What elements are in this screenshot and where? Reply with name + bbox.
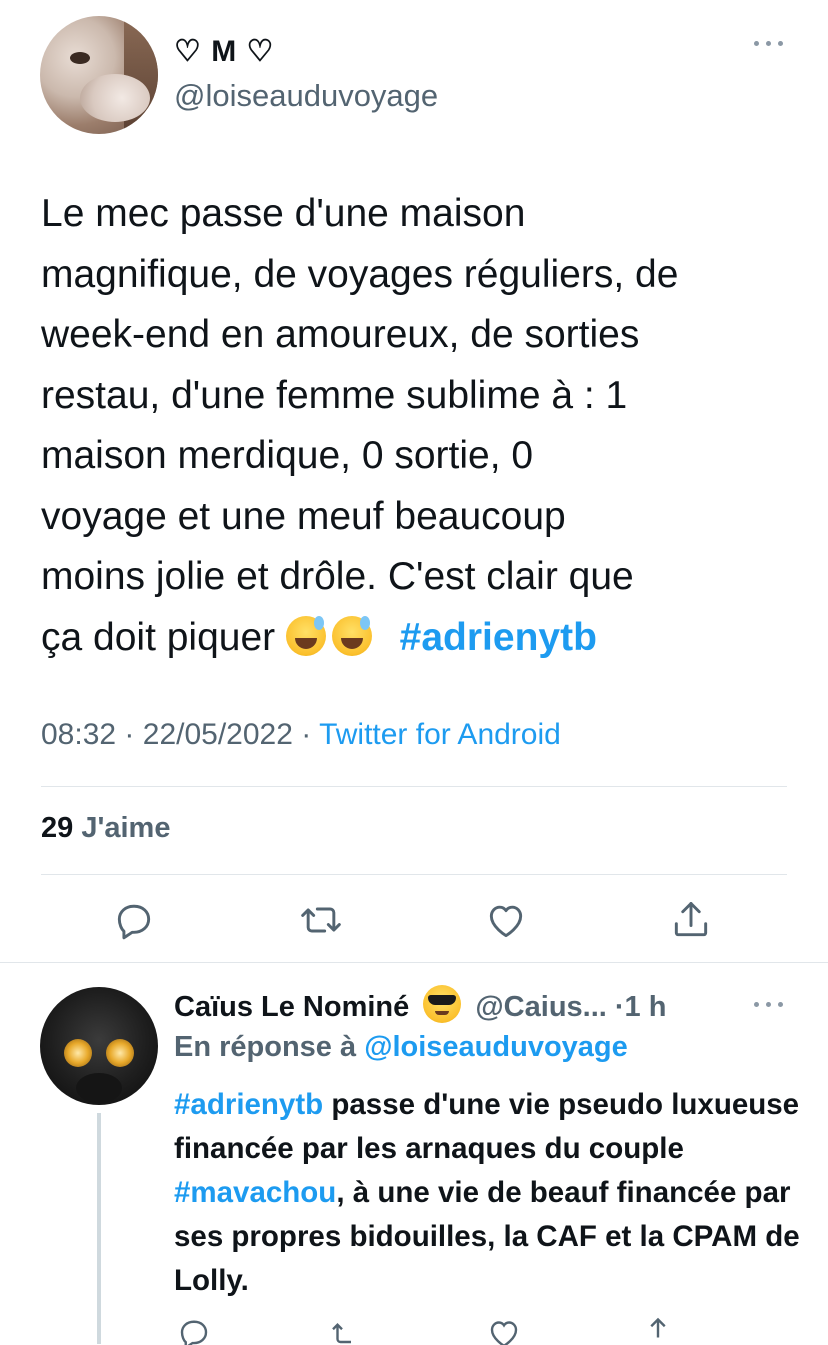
grinning-sweat-emoji [286, 615, 326, 656]
more-dot [754, 1002, 759, 1007]
reply-icon[interactable] [112, 898, 156, 942]
user-avatar[interactable] [40, 16, 158, 134]
meta-separator: · [301, 718, 312, 751]
tweet-text: Le mec passe d'une maison magnifique, de… [41, 184, 801, 668]
tweet-handle[interactable]: @loiseauduvoyage [174, 78, 438, 114]
reply-tweet[interactable]: Caïus Le Nominé @Caius... ·1 h En répons… [0, 963, 828, 1345]
retweet-icon[interactable] [299, 898, 343, 942]
tweet-text-line: week-end en amoureux, de sorties [41, 313, 640, 356]
divider [41, 874, 787, 875]
sunglasses-emoji [423, 985, 462, 1023]
likes-count: 29 [41, 812, 74, 844]
share-icon[interactable] [669, 898, 713, 942]
reply-actions [0, 1315, 828, 1345]
like-icon[interactable] [484, 898, 528, 942]
retweet-icon[interactable] [330, 1315, 366, 1345]
tweet-display-name[interactable]: ♡ M ♡ [174, 34, 274, 69]
more-dot [754, 41, 759, 46]
share-icon[interactable] [640, 1315, 676, 1345]
more-dot [766, 1002, 771, 1007]
more-dot [766, 41, 771, 46]
thread-line [97, 1113, 101, 1344]
reply-avatar[interactable] [40, 987, 158, 1105]
more-icon[interactable] [754, 999, 784, 1009]
reply-icon[interactable] [176, 1315, 212, 1345]
tweet-text-line: voyage et une meuf beaucoup [41, 494, 566, 538]
avatar-lens [106, 1039, 134, 1067]
tweet-actions [0, 898, 828, 944]
likes-label: J'aime [81, 812, 171, 844]
more-dot [778, 41, 783, 46]
tweet-text-line: ça doit piquer [41, 615, 276, 659]
main-tweet: ♡ M ♡ @loiseauduvoyage Le mec passe d'un… [0, 0, 828, 962]
reply-to-prefix: En réponse à [174, 1031, 357, 1063]
tweet-text-line: magnifique, de voyages réguliers, de [41, 252, 679, 296]
tweet-text-last-line: ça doit piquer #adrienytb [41, 608, 801, 669]
avatar-lens [64, 1039, 92, 1067]
meta-separator: · [124, 718, 135, 751]
tweet-time: 08:32 [41, 718, 117, 751]
avatar-eye [70, 52, 90, 64]
tweet-text-line: Le mec passe d'une maison [41, 192, 526, 235]
reply-to-mention[interactable]: @loiseauduvoyage [364, 1031, 628, 1063]
avatar-beard [76, 1073, 122, 1103]
hashtag-link[interactable]: #adrienytb [174, 1088, 323, 1121]
hashtag-link[interactable]: #mavachou [174, 1176, 336, 1209]
hashtag-link[interactable]: #adrienytb [400, 616, 597, 659]
reply-text: #adrienytb passe d'une vie pseudo luxueu… [174, 1083, 814, 1303]
reply-handle[interactable]: @Caius... [475, 991, 606, 1023]
reply-header: Caïus Le Nominé @Caius... ·1 h [174, 985, 666, 1024]
tweet-text-line: maison merdique, 0 sortie, 0 [41, 434, 534, 477]
likes-link[interactable]: 29 J'aime [41, 812, 170, 845]
reply-display-name[interactable]: Caïus Le Nominé [174, 991, 409, 1023]
reply-to-line: En réponse à @loiseauduvoyage [174, 1031, 628, 1064]
divider [41, 786, 787, 787]
grinning-sweat-emoji [332, 615, 372, 656]
more-dot [778, 1002, 783, 1007]
like-icon[interactable] [486, 1315, 522, 1345]
more-icon[interactable] [754, 38, 784, 48]
tweet-text-line: restau, d'une femme sublime à : 1 [41, 373, 628, 417]
tweet-meta: 08:32 · 22/05/2022 · Twitter for Android [41, 718, 561, 752]
tweet-source-link[interactable]: Twitter for Android [319, 718, 561, 751]
avatar-snout [80, 74, 150, 122]
tweet-date: 22/05/2022 [142, 718, 293, 751]
tweet-text-line: moins jolie et drôle. C'est clair que [41, 555, 634, 598]
reply-time: ·1 h [614, 991, 667, 1023]
